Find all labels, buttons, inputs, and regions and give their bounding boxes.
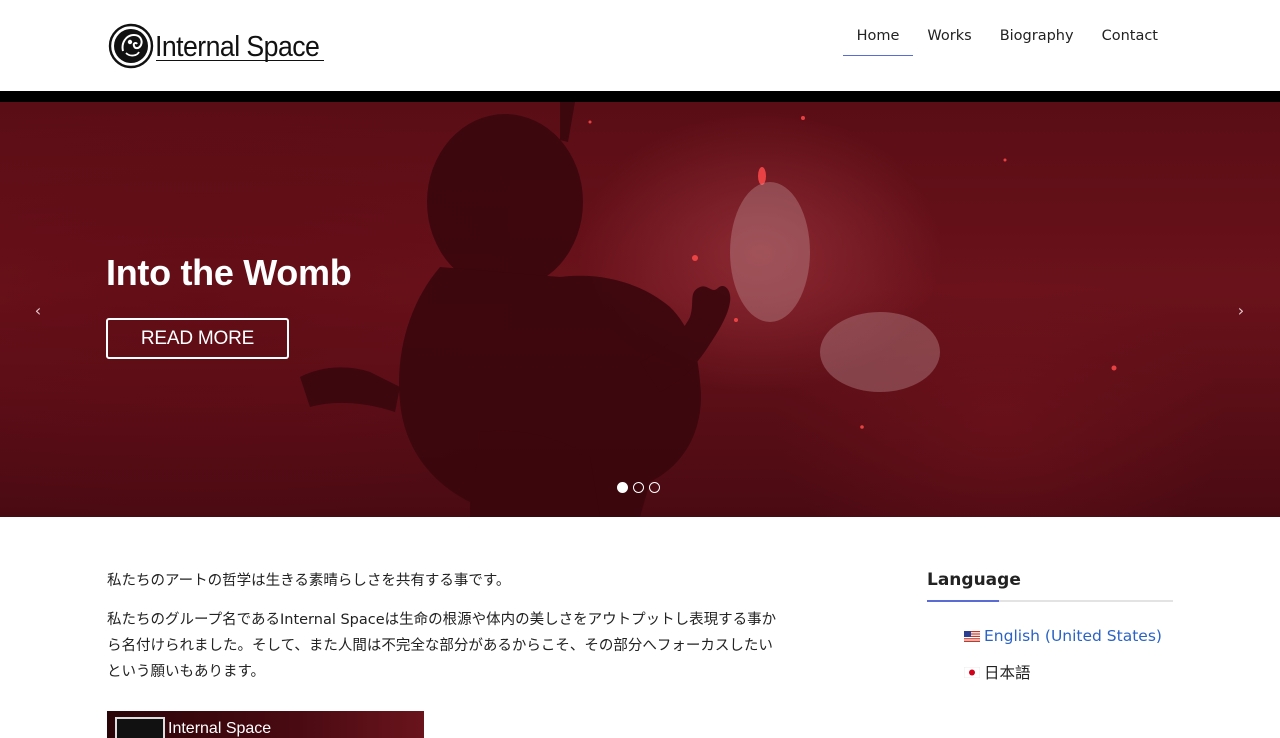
logo-underline	[156, 60, 324, 61]
hero-background-image	[300, 102, 1117, 517]
logo-text: Internal Space	[155, 30, 320, 63]
video-title: Internal Space	[168, 720, 272, 737]
header-black-bar	[0, 91, 1280, 102]
main-nav: Home Works Biography Contact	[842, 24, 1172, 56]
slider-dot-1[interactable]	[617, 482, 628, 493]
video-embed[interactable]: Internal Space	[107, 711, 424, 738]
video-channel-avatar	[115, 717, 165, 738]
read-more-button[interactable]: READ MORE	[106, 318, 289, 359]
hero-title: Into the Womb	[106, 252, 352, 293]
language-item-japanese: 日本語	[964, 654, 1173, 690]
language-item-english: English (United States)	[964, 618, 1173, 654]
slider-dot-3[interactable]	[649, 482, 660, 493]
nav-biography[interactable]: Biography	[986, 24, 1088, 56]
slider-pagination	[617, 482, 660, 493]
embryo-logo-icon	[108, 23, 154, 69]
description-line-3: という願いもあります。	[107, 664, 266, 680]
slider-next-arrow-icon[interactable]: ›	[1233, 300, 1249, 320]
site-header: Internal Space Home Works Biography Cont…	[0, 0, 1280, 91]
widget-title-rule	[927, 600, 1173, 602]
main-content: 私たちのアートの哲学は生きる素晴らしさを共有する事です。 私たちのグループ名であ…	[107, 568, 807, 698]
language-link-japanese[interactable]: 日本語	[984, 661, 1031, 683]
jp-flag-icon	[964, 666, 980, 678]
nav-home[interactable]: Home	[842, 24, 914, 56]
nav-works[interactable]: Works	[913, 24, 985, 56]
hero-slider: Into the Womb READ MORE ‹ ›	[0, 102, 1280, 517]
us-flag-icon	[964, 630, 980, 642]
slider-dot-2[interactable]	[633, 482, 644, 493]
sidebar: Language English (United States) 日本語	[927, 570, 1173, 690]
intro-paragraph: 私たちのアートの哲学は生きる素晴らしさを共有する事です。	[107, 573, 511, 589]
language-link-english[interactable]: English (United States)	[984, 627, 1162, 645]
nav-contact[interactable]: Contact	[1088, 24, 1172, 56]
description-paragraph: 私たちのグループ名であるInternal Spaceは生命の根源や体内の美しさを…	[107, 607, 807, 685]
site-logo[interactable]: Internal Space	[108, 22, 334, 70]
description-line-1: 私たちのグループ名であるInternal Spaceは生命の根源や体内の美しさを…	[107, 612, 777, 628]
slider-prev-arrow-icon[interactable]: ‹	[30, 300, 46, 320]
description-line-2: ら名付けられました。そして、また人間は不完全な部分があるからこそ、その部分へフォ…	[107, 638, 773, 654]
language-widget-title: Language	[927, 570, 1021, 590]
language-list: English (United States) 日本語	[927, 618, 1173, 690]
